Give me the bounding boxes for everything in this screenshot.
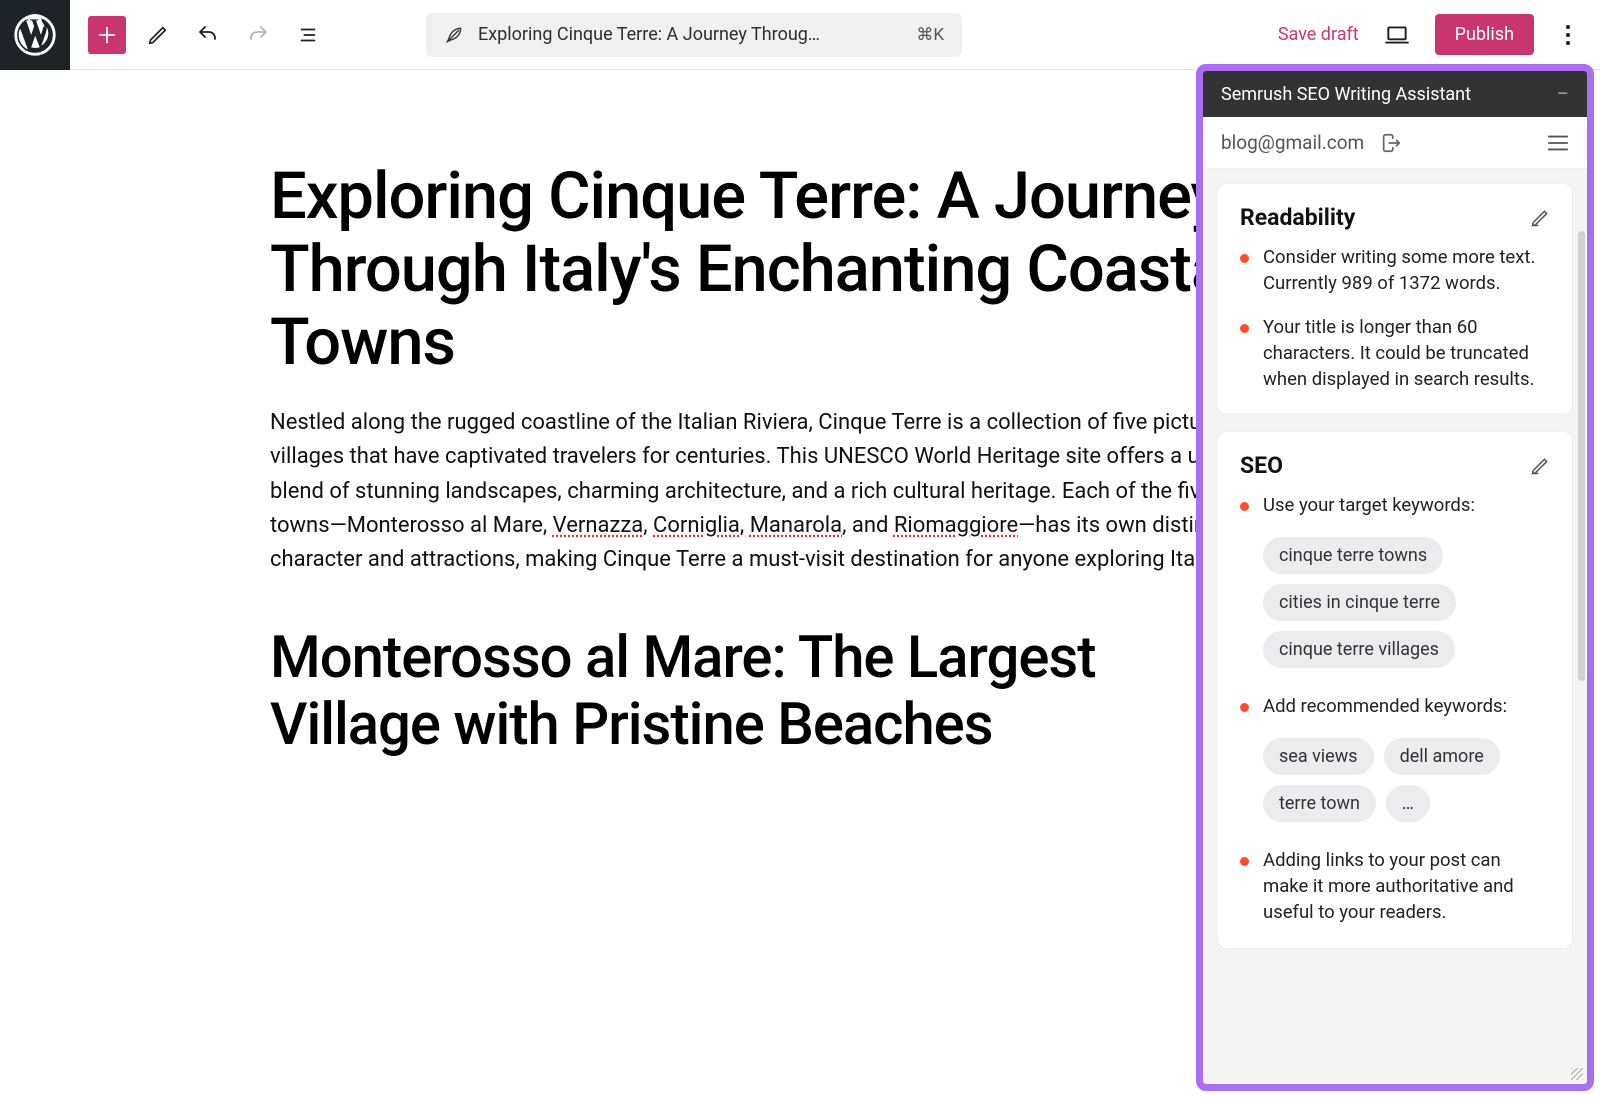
panel-header: Semrush SEO Writing Assistant −	[1203, 71, 1587, 117]
keyword-row: sea views dell amore terre town …	[1263, 738, 1550, 822]
undo-icon	[196, 23, 220, 47]
keyword-chip[interactable]: cinque terre towns	[1263, 537, 1443, 574]
keyword-chip-more[interactable]: …	[1386, 785, 1430, 822]
redo-icon	[246, 23, 270, 47]
spellcheck-word[interactable]: Riomaggiore	[894, 513, 1018, 538]
spellcheck-word[interactable]: Corniglia	[653, 513, 740, 538]
account-email: blog@gmail.com	[1221, 131, 1364, 154]
readability-text: Your title is longer than 60 characters.…	[1263, 315, 1550, 393]
keyword-chip[interactable]: dell amore	[1384, 738, 1500, 775]
kebab-icon	[1565, 24, 1571, 46]
toolbar-right-group: Save draft Publish	[1278, 14, 1600, 55]
seo-item: Use your target keywords:	[1240, 493, 1550, 519]
wordpress-icon	[14, 14, 56, 56]
seo-item: Add recommended keywords:	[1240, 694, 1550, 720]
document-overview-button[interactable]	[290, 17, 326, 53]
keyword-chip[interactable]: cities in cinque terre	[1263, 584, 1456, 621]
bullet-dot-icon	[1240, 857, 1249, 866]
add-block-button[interactable]	[88, 16, 126, 54]
semrush-panel: Semrush SEO Writing Assistant − blog@gma…	[1196, 64, 1594, 1091]
hamburger-icon[interactable]	[1547, 134, 1569, 152]
readability-text: Consider writing some more text. Current…	[1263, 245, 1550, 297]
readability-item: Consider writing some more text. Current…	[1240, 245, 1550, 297]
keyword-chip[interactable]: cinque terre villages	[1263, 631, 1455, 668]
bullet-dot-icon	[1240, 324, 1249, 333]
document-title-pill[interactable]: Exploring Cinque Terre: A Journey Throug…	[426, 13, 962, 57]
laptop-icon	[1384, 22, 1410, 48]
seo-text: Use your target keywords:	[1263, 493, 1475, 519]
resize-handle[interactable]	[1570, 1067, 1584, 1081]
seo-card: SEO Use your target keywords: cinque ter…	[1217, 431, 1573, 948]
undo-button[interactable]	[190, 17, 226, 53]
panel-title: Semrush SEO Writing Assistant	[1221, 84, 1471, 105]
bullet-dot-icon	[1240, 502, 1249, 511]
logout-icon[interactable]	[1380, 132, 1402, 154]
edit-icon[interactable]	[1530, 456, 1550, 476]
document-title-text: Exploring Cinque Terre: A Journey Throug…	[478, 24, 902, 45]
pencil-icon	[147, 24, 169, 46]
spellcheck-word[interactable]: Manarola	[750, 513, 842, 538]
preview-button[interactable]	[1379, 17, 1415, 53]
post-title[interactable]: Exploring Cinque Terre: A Journey Throug…	[270, 160, 1270, 378]
edit-mode-button[interactable]	[140, 17, 176, 53]
post-heading-2[interactable]: Monterosso al Mare: The Largest Village …	[270, 625, 1270, 758]
panel-body: Readability Consider writing some more t…	[1203, 169, 1587, 1084]
panel-collapse-button[interactable]: −	[1556, 82, 1569, 107]
toolbar-left-group	[70, 16, 326, 54]
bullet-dot-icon	[1240, 254, 1249, 263]
spellcheck-word[interactable]: Vernazza	[553, 513, 644, 538]
readability-item: Your title is longer than 60 characters.…	[1240, 315, 1550, 393]
scrollbar[interactable]	[1578, 231, 1585, 681]
post-paragraph[interactable]: Nestled along the rugged coastline of th…	[270, 406, 1270, 576]
edit-icon[interactable]	[1530, 208, 1550, 228]
seo-title: SEO	[1240, 452, 1283, 479]
more-options-button[interactable]	[1554, 24, 1582, 46]
bullet-dot-icon	[1240, 703, 1249, 712]
top-toolbar: Exploring Cinque Terre: A Journey Throug…	[0, 0, 1600, 70]
panel-account-row: blog@gmail.com	[1203, 117, 1587, 169]
outline-icon	[297, 24, 319, 46]
command-shortcut: ⌘K	[916, 25, 944, 45]
publish-button[interactable]: Publish	[1435, 14, 1534, 55]
seo-item: Adding links to your post can make it mo…	[1240, 848, 1550, 926]
feather-icon	[444, 25, 464, 45]
plus-icon	[96, 24, 118, 46]
readability-title: Readability	[1240, 204, 1355, 231]
save-draft-button[interactable]: Save draft	[1278, 24, 1359, 45]
keyword-chip[interactable]: sea views	[1263, 738, 1374, 775]
seo-text: Adding links to your post can make it mo…	[1263, 848, 1550, 926]
redo-button[interactable]	[240, 17, 276, 53]
keyword-row: cinque terre towns cities in cinque terr…	[1263, 537, 1550, 668]
keyword-chip[interactable]: terre town	[1263, 785, 1376, 822]
seo-text: Add recommended keywords:	[1263, 694, 1507, 720]
readability-card: Readability Consider writing some more t…	[1217, 183, 1573, 415]
wordpress-logo[interactable]	[0, 0, 70, 70]
